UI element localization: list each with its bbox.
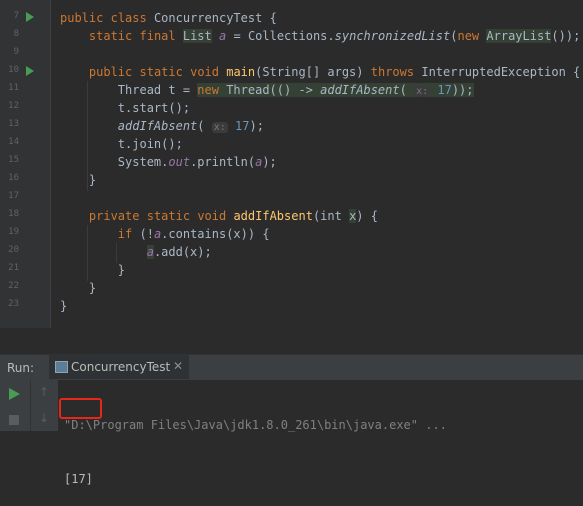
line-number: 14 — [8, 137, 19, 147]
code-text: } — [117, 263, 126, 277]
line-number: 12 — [8, 101, 19, 111]
code-text: System.out.println(a); — [117, 155, 277, 169]
line-number: 19 — [8, 227, 19, 237]
close-icon[interactable]: ✕ — [173, 359, 183, 373]
scroll-up-icon[interactable]: ↑ — [39, 385, 49, 399]
code-line: 18 private static void addIfAbsent(int x… — [0, 207, 583, 225]
param-hint: x: — [414, 86, 431, 97]
code-editor[interactable]: 7 public class ConcurrencyTest { 8 stati… — [0, 0, 583, 328]
param-hint: x: — [211, 122, 228, 133]
code-text: Thread t = new Thread(() -> addIfAbsent(… — [117, 83, 474, 97]
stop-icon[interactable] — [9, 415, 19, 425]
java-class-tab-icon — [55, 361, 68, 373]
code-text: a.add(x); — [146, 245, 212, 259]
run-actions-bar — [0, 379, 30, 431]
code-text: static final List a = Collections.synchr… — [88, 29, 581, 43]
code-line: 17 — [0, 189, 583, 207]
code-line: 14 t.join(); — [0, 135, 583, 153]
run-gutter-icon[interactable] — [26, 12, 34, 22]
code-text: } — [60, 299, 68, 313]
code-line: 21 } — [0, 261, 583, 279]
scroll-down-icon[interactable]: ↓ — [39, 411, 49, 425]
code-text: t.start(); — [117, 101, 191, 115]
code-line: 22 } — [0, 279, 583, 297]
code-text: if (!a.contains(x)) { — [117, 227, 270, 241]
code-text: public static void main(String[] args) t… — [88, 65, 581, 79]
line-number: 21 — [8, 263, 19, 273]
code-line: 15 System.out.println(a); — [0, 153, 583, 171]
code-line: 20 a.add(x); — [0, 243, 583, 261]
line-number: 17 — [8, 191, 19, 201]
console-output-line: [17] — [64, 472, 93, 486]
code-line: 9 — [0, 45, 583, 63]
line-number: 22 — [8, 281, 19, 291]
line-number: 11 — [8, 83, 19, 93]
console-output[interactable]: "D:\Program Files\Java\jdk1.8.0_261\bin\… — [64, 380, 447, 506]
run-label: Run: — [7, 361, 35, 375]
code-line: 8 static final List a = Collections.sync… — [0, 27, 583, 45]
run-tab-concurrencytest[interactable]: ConcurrencyTest ✕ — [49, 355, 189, 379]
code-line: 16 } — [0, 171, 583, 189]
code-line: 12 t.start(); — [0, 99, 583, 117]
code-text: t.join(); — [117, 137, 183, 151]
line-number: 13 — [8, 119, 19, 129]
line-number: 20 — [8, 245, 19, 255]
line-number: 8 — [13, 29, 19, 39]
code-line: 13 addIfAbsent( x: 17); — [0, 117, 583, 135]
code-text: } — [88, 281, 97, 295]
line-number: 15 — [8, 155, 19, 165]
line-number: 9 — [13, 47, 19, 57]
code-line: 23 } — [0, 297, 583, 315]
rerun-icon[interactable] — [9, 388, 20, 400]
code-text: public class ConcurrencyTest { — [60, 11, 277, 25]
run-tab-label: ConcurrencyTest — [71, 360, 171, 374]
line-number: 16 — [8, 173, 19, 183]
code-line: 19 if (!a.contains(x)) { — [0, 225, 583, 243]
run-toolbar: Run: ConcurrencyTest ✕ — [0, 354, 583, 380]
line-number: 18 — [8, 209, 19, 219]
code-text: private static void addIfAbsent(int x) { — [88, 209, 378, 223]
code-line: 7 public class ConcurrencyTest { — [0, 9, 583, 27]
run-gutter-icon[interactable] — [26, 66, 34, 76]
output-highlight-box — [59, 398, 102, 419]
console-command-line: "D:\Program Files\Java\jdk1.8.0_261\bin\… — [64, 418, 447, 432]
code-text: } — [88, 173, 97, 187]
line-number: 7 — [13, 11, 19, 21]
code-line: 11 Thread t = new Thread(() -> addIfAbse… — [0, 81, 583, 99]
line-number: 23 — [8, 299, 19, 309]
code-line: 10 public static void main(String[] args… — [0, 63, 583, 81]
line-number: 10 — [8, 65, 19, 75]
scroll-actions-bar: ↑ ↓ — [30, 379, 58, 431]
code-text: addIfAbsent( x: 17); — [117, 119, 264, 133]
